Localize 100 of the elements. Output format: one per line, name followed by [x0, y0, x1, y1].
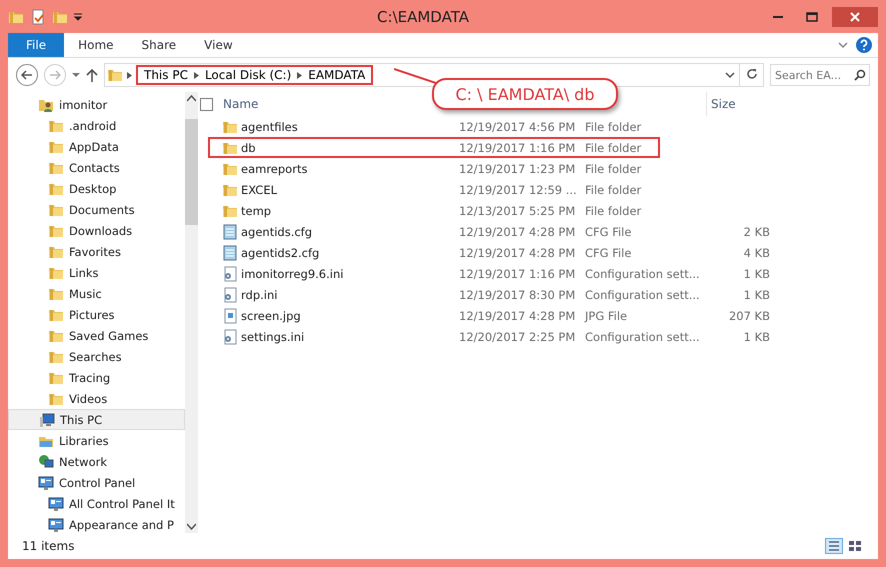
file-name: db [241, 140, 257, 154]
file-row[interactable]: agentids.cfg 12/19/2017 4:28 PM CFG File 2 KB [208, 221, 772, 242]
date-modified: 12/19/2017 4:56 PM [459, 120, 576, 134]
file-size: 1 KB [742, 288, 770, 302]
computer-icon [39, 412, 55, 428]
file-name: agentids.cfg [241, 224, 314, 238]
navigation-item[interactable]: All Control Panel It [8, 493, 185, 514]
navigation-item[interactable]: imonitor [8, 94, 185, 115]
large-icons-view-icon[interactable] [846, 538, 864, 554]
properties-icon[interactable] [30, 8, 46, 24]
date-modified: 12/19/2017 8:30 PM [459, 288, 576, 302]
column-header[interactable]: Size [706, 92, 786, 116]
search-icon[interactable] [854, 69, 866, 81]
network-icon [38, 454, 54, 470]
image-file-icon [222, 308, 238, 324]
breadcrumb[interactable]: Local Disk (C:) [202, 68, 294, 82]
file-size: 207 KB [728, 308, 770, 322]
navigation-item[interactable]: Documents [8, 199, 185, 220]
file-name: agentids2.cfg [241, 246, 320, 260]
date-modified: 12/19/2017 4:28 PM [459, 224, 576, 238]
navigation-item[interactable]: Contacts [8, 157, 185, 178]
date-modified: 12/13/2017 5:25 PM [459, 204, 576, 218]
navigation-item[interactable]: Network [8, 451, 185, 472]
folder-icon [107, 67, 123, 83]
back-button[interactable] [16, 64, 38, 86]
ribbon-tab[interactable]: Share [128, 33, 190, 57]
file-type: JPG File [585, 308, 628, 322]
file-name: eamreports [241, 162, 308, 176]
control-panel-icon [38, 474, 54, 490]
callout: C: \ EAMDATA\ db [432, 78, 618, 110]
settings-file-icon [222, 286, 238, 302]
navigation-item[interactable]: Searches [8, 346, 185, 367]
file-row[interactable]: agentids2.cfg 12/19/2017 4:28 PM CFG File 4 KB [208, 242, 772, 263]
file-row[interactable]: agentfiles 12/19/2017 4:56 PM File folder [208, 116, 772, 137]
text-file-icon [222, 224, 238, 240]
up-icon[interactable] [86, 68, 98, 82]
navigation-item[interactable]: This PC [8, 409, 185, 430]
recent-locations-icon[interactable] [72, 72, 80, 78]
navigation-item[interactable]: Videos [8, 388, 185, 409]
file-type: CFG File [585, 246, 632, 260]
scrollbar[interactable] [185, 92, 198, 533]
navigation-item[interactable]: Libraries [8, 430, 185, 451]
back-arrow-icon [21, 70, 33, 80]
window-title: C:\EAMDATA [376, 8, 470, 26]
navigation-item[interactable]: Music [8, 283, 185, 304]
ribbon-tab[interactable]: View [190, 33, 247, 57]
search-field[interactable]: Search EA... [770, 64, 870, 86]
file-row[interactable]: imonitorreg9.6.ini 12/19/2017 1:16 PM Configuration sett... 1 KB [208, 263, 772, 284]
control-panel-icon [48, 496, 64, 512]
breadcrumb[interactable]: EAMDATA [306, 68, 368, 82]
details-view-icon[interactable] [825, 538, 843, 554]
navigation-item[interactable]: Tracing [8, 367, 185, 388]
chevron-icon[interactable] [127, 72, 132, 78]
file-row[interactable]: rdp.ini 12/19/2017 8:30 PM Configuration sett... 1 KB [208, 284, 772, 305]
navigation-item[interactable]: Pictures [8, 304, 185, 325]
file-name: temp [241, 204, 272, 218]
navigation-item[interactable]: Desktop [8, 178, 185, 199]
file-name: EXCEL [241, 182, 278, 196]
navigation-item[interactable]: Downloads [8, 220, 185, 241]
file-type: File folder [585, 120, 642, 134]
chevron-icon[interactable] [297, 72, 302, 78]
navigation-item[interactable]: Control Panel [8, 472, 185, 493]
dropdown-icon[interactable] [725, 71, 735, 79]
file-type: File folder [585, 182, 642, 196]
navigation-item[interactable]: Favorites [8, 241, 185, 262]
settings-file-icon [222, 266, 238, 282]
minimize-icon [773, 16, 783, 18]
file-name: imonitorreg9.6.ini [241, 266, 344, 280]
file-name: rdp.ini [241, 288, 278, 302]
breadcrumb[interactable]: This PC [142, 68, 190, 82]
ribbon-tab[interactable]: Home [64, 33, 128, 57]
file-row[interactable]: screen.jpg 12/19/2017 4:28 PM JPG File 207 KB [208, 305, 772, 326]
scroll-up-icon[interactable] [187, 95, 196, 102]
maximize-icon [806, 12, 818, 22]
navigation-item[interactable]: AppData [8, 136, 185, 157]
navigation-item[interactable]: .android [8, 115, 185, 136]
expand-ribbon-icon[interactable] [838, 41, 848, 49]
date-modified: 12/20/2017 2:25 PM [459, 330, 576, 344]
scroll-down-icon[interactable] [187, 523, 196, 530]
dropdown-icon[interactable] [74, 12, 82, 20]
navigation-item[interactable]: Saved Games [8, 325, 185, 346]
file-type: File folder [585, 140, 642, 154]
navigation-item[interactable]: Appearance and P [8, 514, 185, 533]
navigation-item[interactable]: Links [8, 262, 185, 283]
file-name: settings.ini [241, 330, 306, 344]
forward-arrow-icon [49, 70, 61, 80]
date-modified: 12/19/2017 12:59 ... [459, 182, 578, 196]
file-size: 1 KB [742, 266, 770, 280]
chevron-icon[interactable] [194, 72, 199, 78]
annotation-highlight[interactable]: db 12/19/2017 1:16 PM File folder [208, 137, 660, 158]
file-row[interactable]: temp 12/13/2017 5:25 PM File folder [208, 200, 772, 221]
item-count: 11 items [22, 539, 74, 553]
scrollbar-thumb[interactable] [185, 119, 198, 225]
select-all-checkbox[interactable] [200, 98, 213, 110]
file-row[interactable]: settings.ini 12/20/2017 2:25 PM Configuration sett... 1 KB [208, 326, 772, 347]
file-row[interactable]: eamreports 12/19/2017 1:23 PM File folder [208, 158, 772, 179]
close-button[interactable] [832, 6, 878, 26]
help-icon[interactable] [856, 37, 872, 53]
file-tab[interactable]: File [8, 33, 64, 57]
file-row[interactable]: EXCEL 12/19/2017 12:59 ... File folder [208, 179, 772, 200]
